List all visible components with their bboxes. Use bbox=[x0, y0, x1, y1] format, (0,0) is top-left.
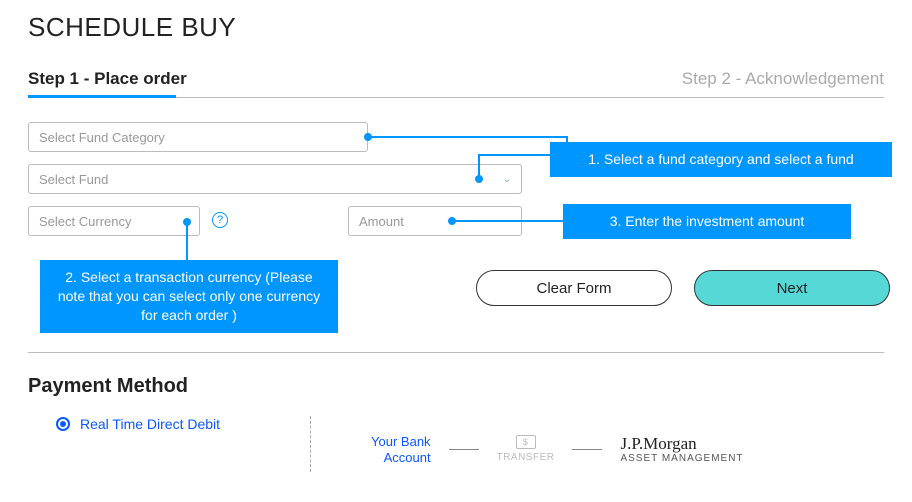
chevron-down-icon: ⌄ bbox=[503, 174, 511, 185]
form-buttons: Clear Form Next bbox=[476, 270, 890, 306]
currency-placeholder: Select Currency bbox=[39, 214, 131, 229]
payment-option-radio[interactable]: Real Time Direct Debit bbox=[56, 416, 220, 432]
callout-1: 1. Select a fund category and select a f… bbox=[550, 142, 892, 177]
bank-account-label: Your Bank Account bbox=[371, 434, 431, 465]
section-divider bbox=[28, 352, 884, 353]
transfer-step: $ TRANSFER bbox=[497, 435, 555, 464]
connector-line bbox=[452, 220, 564, 222]
payment-option-label: Real Time Direct Debit bbox=[80, 416, 220, 432]
connector-line bbox=[478, 154, 480, 179]
callout-3: 3. Enter the investment amount bbox=[563, 204, 851, 239]
step-2-tab: Step 2 - Acknowledgement bbox=[682, 69, 884, 97]
payment-method-row: Real Time Direct Debit Your Bank Account… bbox=[28, 416, 884, 472]
page-title: SCHEDULE BUY bbox=[28, 12, 884, 43]
step-tabs: Step 1 - Place order Step 2 - Acknowledg… bbox=[28, 69, 884, 98]
flow-line bbox=[572, 449, 602, 450]
help-icon[interactable]: ? bbox=[212, 212, 228, 228]
callout-2: 2. Select a transaction currency (Please… bbox=[40, 260, 338, 333]
dollar-icon: $ bbox=[516, 435, 536, 449]
order-form: Select Fund Category Select Fund ⌄ Selec… bbox=[28, 122, 884, 352]
radio-icon bbox=[56, 417, 70, 431]
jpmorgan-logo: J.P.Morgan ASSET MANAGEMENT bbox=[620, 435, 743, 465]
vertical-separator bbox=[310, 416, 311, 472]
step-1-tab[interactable]: Step 1 - Place order bbox=[28, 69, 187, 97]
fund-category-select[interactable]: Select Fund Category bbox=[28, 122, 368, 152]
connector-line bbox=[368, 136, 568, 138]
connector-line bbox=[186, 222, 188, 262]
fund-placeholder: Select Fund bbox=[39, 172, 108, 187]
next-button[interactable]: Next bbox=[694, 270, 890, 306]
active-step-underline bbox=[28, 95, 176, 98]
fund-category-placeholder: Select Fund Category bbox=[39, 130, 165, 145]
currency-select[interactable]: Select Currency bbox=[28, 206, 200, 236]
payment-flow-diagram: Your Bank Account $ TRANSFER J.P.Morgan … bbox=[371, 434, 743, 465]
amount-placeholder: Amount bbox=[359, 214, 404, 229]
fund-select[interactable]: Select Fund ⌄ bbox=[28, 164, 522, 194]
flow-line bbox=[449, 449, 479, 450]
payment-method-title: Payment Method bbox=[28, 375, 884, 398]
clear-form-button[interactable]: Clear Form bbox=[476, 270, 672, 306]
